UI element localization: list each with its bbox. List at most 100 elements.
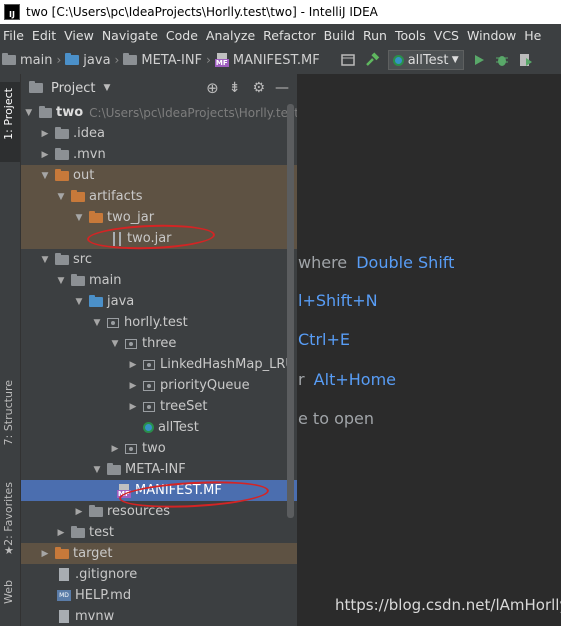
tree-item-label: src [73,252,92,267]
chevron-right-icon: › [114,53,120,67]
run-configuration-selector[interactable]: allTest ▼ [387,50,464,70]
menu-build[interactable]: Build [321,28,358,43]
collapsed-arrow-icon[interactable]: ▶ [73,507,85,517]
tree-item-alltest[interactable]: allTest [21,417,297,438]
menu-edit[interactable]: Edit [29,28,59,43]
run-icon[interactable] [472,53,486,67]
tree-scrollbar[interactable] [287,104,294,518]
expand-arrow-icon[interactable]: ▼ [91,465,103,475]
menu-code[interactable]: Code [163,28,201,43]
collapsed-arrow-icon[interactable]: ▶ [39,549,51,559]
tree-item-priorityqueue[interactable]: ▶ priorityQueue [21,375,297,396]
collapse-all-icon[interactable]: ⇟ [229,80,241,96]
project-view-selector[interactable]: Project [51,81,95,96]
collapsed-arrow-icon[interactable]: ▶ [127,381,139,391]
tree-item-artifacts[interactable]: ▼ artifacts [21,186,297,207]
watermark: https://blog.csdn.net/lAmHorlly [335,596,561,614]
menu-view[interactable]: View [61,28,97,43]
collapsed-arrow-icon[interactable]: ▶ [127,360,139,370]
star-icon: ★ [4,544,14,557]
menu-refactor[interactable]: Refactor [260,28,318,43]
tree-item-meta-inf[interactable]: ▼ META-INF [21,459,297,480]
run-with-coverage-icon[interactable] [518,52,534,68]
structure-tool-tab[interactable]: 7: Structure [2,380,15,445]
editor-hint-navigation-bar: r Alt+Home [298,370,396,389]
menu-file[interactable]: File [0,28,27,43]
tree-item-src[interactable]: ▼ src [21,249,297,270]
tree-item-mvnw[interactable]: mvnw [21,606,297,626]
tree-item-two[interactable]: ▼ two C:\Users\pc\IdeaProjects\Horlly.te… [21,102,297,123]
menu-help[interactable]: He [521,28,544,43]
collapsed-arrow-icon[interactable]: ▶ [127,402,139,412]
text-file-icon [59,610,69,623]
tree-item-label: test [89,525,114,540]
tree-item-horlly-test[interactable]: ▼ horlly.test [21,312,297,333]
expand-arrow-icon[interactable]: ▼ [73,213,85,223]
tree-item-linkedhashmap-lru[interactable]: ▶ LinkedHashMap_LRU [21,354,297,375]
tree-item-label: out [73,168,95,183]
tree-item-idea[interactable]: ▶ .idea [21,123,297,144]
folder-icon [2,53,16,65]
collapsed-arrow-icon[interactable]: ▶ [39,150,51,160]
menu-window[interactable]: Window [464,28,519,43]
tree-item-path: C:\Users\pc\IdeaProjects\Horlly.test [89,105,297,120]
tree-item-treeset[interactable]: ▶ treeSet [21,396,297,417]
excluded-folder-icon [55,168,69,181]
package-icon [143,401,155,412]
hide-panel-icon[interactable]: — [275,80,289,96]
editor-hint-recent-files: Ctrl+E [298,330,350,349]
folder-icon [123,53,138,65]
project-tree: ▼ two C:\Users\pc\IdeaProjects\Horlly.te… [21,102,297,626]
tree-item-test[interactable]: ▶ test [21,522,297,543]
debug-icon[interactable] [494,52,510,68]
tree-item-gitignore[interactable]: .gitignore [21,564,297,585]
tree-item-label: .gitignore [75,567,138,582]
package-icon [125,443,137,454]
expand-arrow-icon[interactable]: ▼ [23,108,35,118]
menu-run[interactable]: Run [360,28,390,43]
web-tool-tab[interactable]: Web [2,580,15,604]
project-view-icon [29,81,43,93]
expand-arrow-icon[interactable]: ▼ [73,297,85,307]
tree-item-target[interactable]: ▶ target [21,543,297,564]
tree-item-out[interactable]: ▼ out [21,165,297,186]
dropdown-arrow-icon[interactable]: ▼ [103,83,110,93]
folder-icon [107,462,121,475]
expand-arrow-icon[interactable]: ▼ [109,339,121,349]
project-structure-icon[interactable] [340,52,356,68]
tree-item-java[interactable]: ▼ java [21,291,297,312]
expand-arrow-icon[interactable]: ▼ [39,255,51,265]
tree-item-help-md[interactable]: MD HELP.md [21,585,297,606]
tree-item-mvn[interactable]: ▶ .mvn [21,144,297,165]
breadcrumb-manifest[interactable]: MF MANIFEST.MF [214,53,320,68]
markdown-file-icon: MD [57,590,71,601]
expand-arrow-icon[interactable]: ▼ [55,276,67,286]
module-folder-icon [38,105,52,118]
expand-arrow-icon[interactable]: ▼ [55,192,67,202]
junit-config-icon [392,54,404,66]
breadcrumb-meta-inf[interactable]: META-INF [123,53,202,68]
build-hammer-icon[interactable] [364,52,380,68]
breadcrumb-label: main [20,52,53,68]
collapsed-arrow-icon[interactable]: ▶ [109,444,121,454]
collapsed-arrow-icon[interactable]: ▶ [39,129,51,139]
expand-arrow-icon[interactable]: ▼ [91,318,103,328]
gear-icon[interactable]: ⚙ [252,80,265,96]
menu-tools[interactable]: Tools [392,28,429,43]
project-tool-tab[interactable]: 1: Project [0,82,20,162]
favorites-tool-tab[interactable]: 2: Favorites [2,482,15,546]
tree-item-main[interactable]: ▼ main [21,270,297,291]
menu-vcs[interactable]: VCS [431,28,462,43]
menu-analyze[interactable]: Analyze [203,28,258,43]
menu-navigate[interactable]: Navigate [99,28,161,43]
locate-file-icon[interactable]: ⊕ [206,79,219,97]
excluded-folder-icon [89,210,103,223]
breadcrumb-main[interactable]: main [2,53,52,68]
tree-item-two-package[interactable]: ▶ two [21,438,297,459]
breadcrumb-java[interactable]: java [65,53,111,68]
tree-item-label: treeSet [160,399,208,414]
collapsed-arrow-icon[interactable]: ▶ [55,528,67,538]
folder-icon [55,126,69,139]
expand-arrow-icon[interactable]: ▼ [39,171,51,181]
tree-item-three[interactable]: ▼ three [21,333,297,354]
